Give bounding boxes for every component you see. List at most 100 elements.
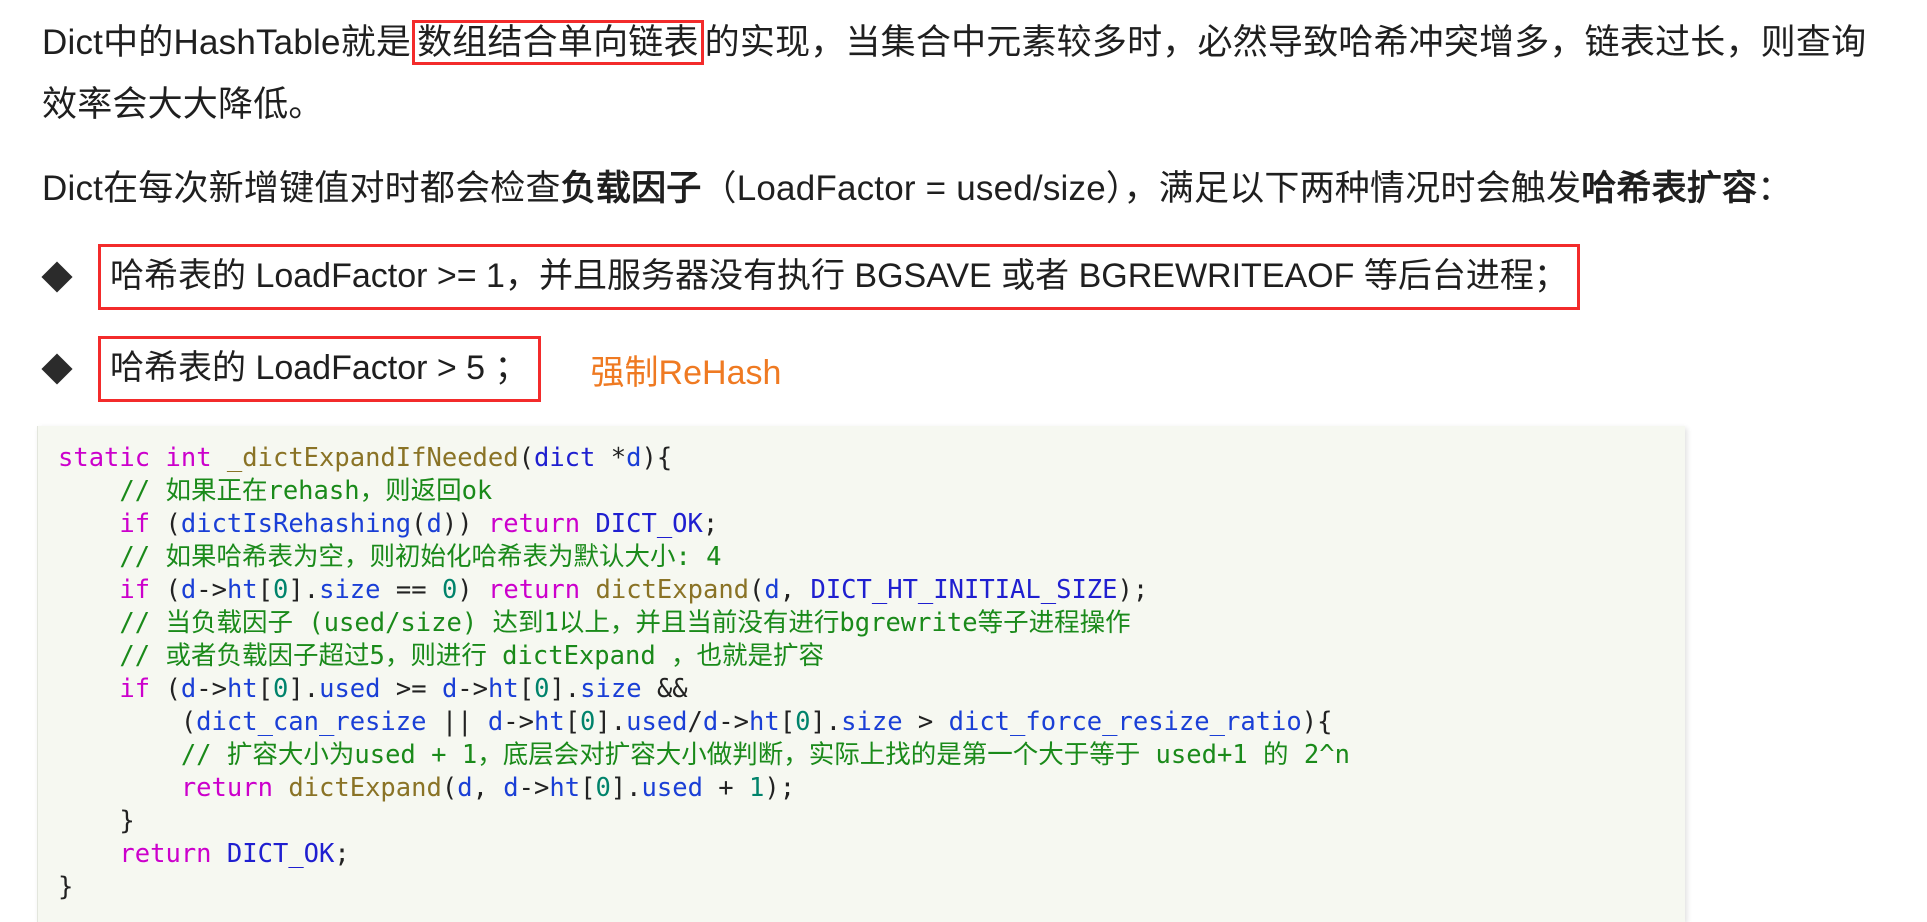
diamond-bullet-icon: [41, 353, 73, 385]
paragraph1-before: Dict中的HashTable就是: [42, 23, 412, 62]
code-token-plain: &&: [641, 674, 688, 704]
code-token-plain: ].: [288, 674, 320, 704]
code-token-var: used: [626, 707, 688, 737]
code-token-var: d: [180, 575, 197, 605]
code-token-var: used: [641, 773, 703, 803]
code-token-var: used: [319, 674, 381, 704]
code-line: return dictExpand(d, d->ht[0].used + 1);: [58, 773, 795, 803]
code-token-plain: ){: [1301, 707, 1333, 737]
code-token-plain: ||: [426, 707, 488, 737]
code-token-plain: ;: [702, 509, 719, 539]
paragraph-hashtable-intro: Dict中的HashTable就是 数组结合单向链表 的实现，当集合中元素较多时，必…: [0, 0, 1927, 136]
paragraph2-middle: （LoadFactor = used/size），满足以下两种情况时会触发: [701, 169, 1582, 208]
code-token-plain: >=: [380, 674, 442, 704]
code-token-type: DICT_OK: [226, 839, 335, 869]
code-token-plain: ==: [380, 575, 442, 605]
code-token-plain: }: [58, 872, 74, 902]
code-token-kw: if: [119, 674, 151, 704]
code-token-plain: ].: [610, 773, 642, 803]
code-token-plain: ->: [196, 575, 227, 605]
code-token-plain: }: [58, 806, 135, 836]
paragraph1-highlight: 数组结合单向链表: [412, 20, 704, 65]
code-token-kw: return: [488, 575, 581, 605]
code-token-kw: if: [119, 575, 151, 605]
code-token-plain: ->: [196, 674, 227, 704]
bullet-1-text: 哈希表的 LoadFactor >= 1，并且服务器没有执行 BGSAVE 或者…: [98, 244, 1580, 310]
code-token-type: DICT_HT_INITIAL_SIZE: [810, 575, 1118, 605]
code-token-cmt: // 如果正在rehash，则返回ok: [58, 476, 493, 506]
code-token-plain: (: [150, 575, 181, 605]
code-line: if (d->ht[0].used >= d->ht[0].size &&: [58, 674, 688, 704]
code-token-kw: return: [180, 773, 273, 803]
code-token-plain: ){: [641, 443, 673, 473]
code-token-var: d: [702, 707, 719, 737]
code-token-var: d: [626, 443, 642, 473]
code-token-type: DICT_OK: [595, 509, 703, 539]
code-token-cmt: // 当负载因子 (used/size) 达到1以上，并且当前没有进行bgrew…: [58, 608, 1131, 638]
code-token-plain: [: [779, 707, 796, 737]
code-token-plain: (: [150, 509, 181, 539]
code-token-plain: ,: [779, 575, 811, 605]
code-token-var: size: [580, 674, 642, 704]
code-line: }: [58, 872, 73, 902]
code-token-num: 0: [795, 707, 811, 737]
code-token-num: 0: [534, 674, 550, 704]
diamond-bullet-icon: [41, 261, 73, 293]
code-line: // 如果正在rehash，则返回ok: [58, 476, 492, 506]
code-token-fn: _dictExpandIfNeeded: [226, 443, 519, 473]
code-token-var: ht: [226, 674, 258, 704]
code-line: // 或者负载因子超过5，则进行 dictExpand ，也就是扩容: [58, 641, 824, 671]
code-content: static int _dictExpandIfNeeded(dict *d){…: [38, 442, 1685, 904]
code-token-fn: dictExpand: [288, 773, 442, 803]
code-token-var: d: [487, 707, 504, 737]
code-token-var: d: [180, 674, 197, 704]
code-token-plain: *: [595, 443, 627, 473]
code-token-plain: )): [441, 509, 488, 539]
code-token-plain: ->: [457, 674, 489, 704]
code-token-var: dict_force_resize_ratio: [948, 707, 1302, 737]
code-token-var: d: [457, 773, 473, 803]
paragraph2-before: Dict在每次新增键值对时都会检查: [42, 169, 561, 208]
code-token-plain: (: [518, 443, 534, 473]
code-token-var: size: [841, 707, 903, 737]
code-token-plain: ->: [518, 773, 550, 803]
code-token-var: ht: [549, 773, 581, 803]
bullet-2-text: 哈希表的 LoadFactor > 5 ；: [98, 336, 541, 402]
bullet-item-2: 哈希表的 LoadFactor > 5 ； 强制ReHash: [0, 336, 1927, 402]
code-token-var: ht: [226, 575, 258, 605]
code-token-kw: static: [58, 443, 151, 473]
code-token-kw: if: [119, 509, 151, 539]
code-token-var: dictIsRehashing: [180, 509, 412, 539]
code-line: (dict_can_resize || d->ht[0].used/d->ht[…: [58, 707, 1333, 737]
code-token-plain: (: [58, 707, 197, 737]
code-token-var: ht: [533, 707, 565, 737]
code-line: // 扩容大小为used + 1，底层会对扩容大小做判断，实际上找的是第一个大于…: [58, 740, 1350, 770]
code-token-plain: (: [411, 509, 427, 539]
code-block: static int _dictExpandIfNeeded(dict *d){…: [37, 426, 1685, 922]
code-line: static int _dictExpandIfNeeded(dict *d){: [58, 443, 672, 473]
code-token-type: dict: [533, 443, 596, 473]
code-token-var: d: [441, 674, 458, 704]
bullet-item-1: 哈希表的 LoadFactor >= 1，并且服务器没有执行 BGSAVE 或者…: [0, 244, 1927, 310]
code-token-plain: [: [257, 575, 274, 605]
code-token-var: d: [503, 773, 519, 803]
code-token-plain: (: [150, 674, 181, 704]
code-line: }: [58, 806, 135, 836]
code-token-plain: [: [257, 674, 274, 704]
code-token-plain: (: [441, 773, 458, 803]
code-token-num: 0: [273, 674, 289, 704]
code-token-plain: ->: [718, 707, 749, 737]
code-line: if (d->ht[0].size == 0) return dictExpan…: [58, 575, 1148, 605]
code-token-plain: [: [580, 773, 596, 803]
code-token-kw: return: [487, 509, 581, 539]
code-token-num: 0: [273, 575, 289, 605]
paragraph2-after: ：: [1757, 169, 1793, 208]
code-token-plain: );: [764, 773, 796, 803]
